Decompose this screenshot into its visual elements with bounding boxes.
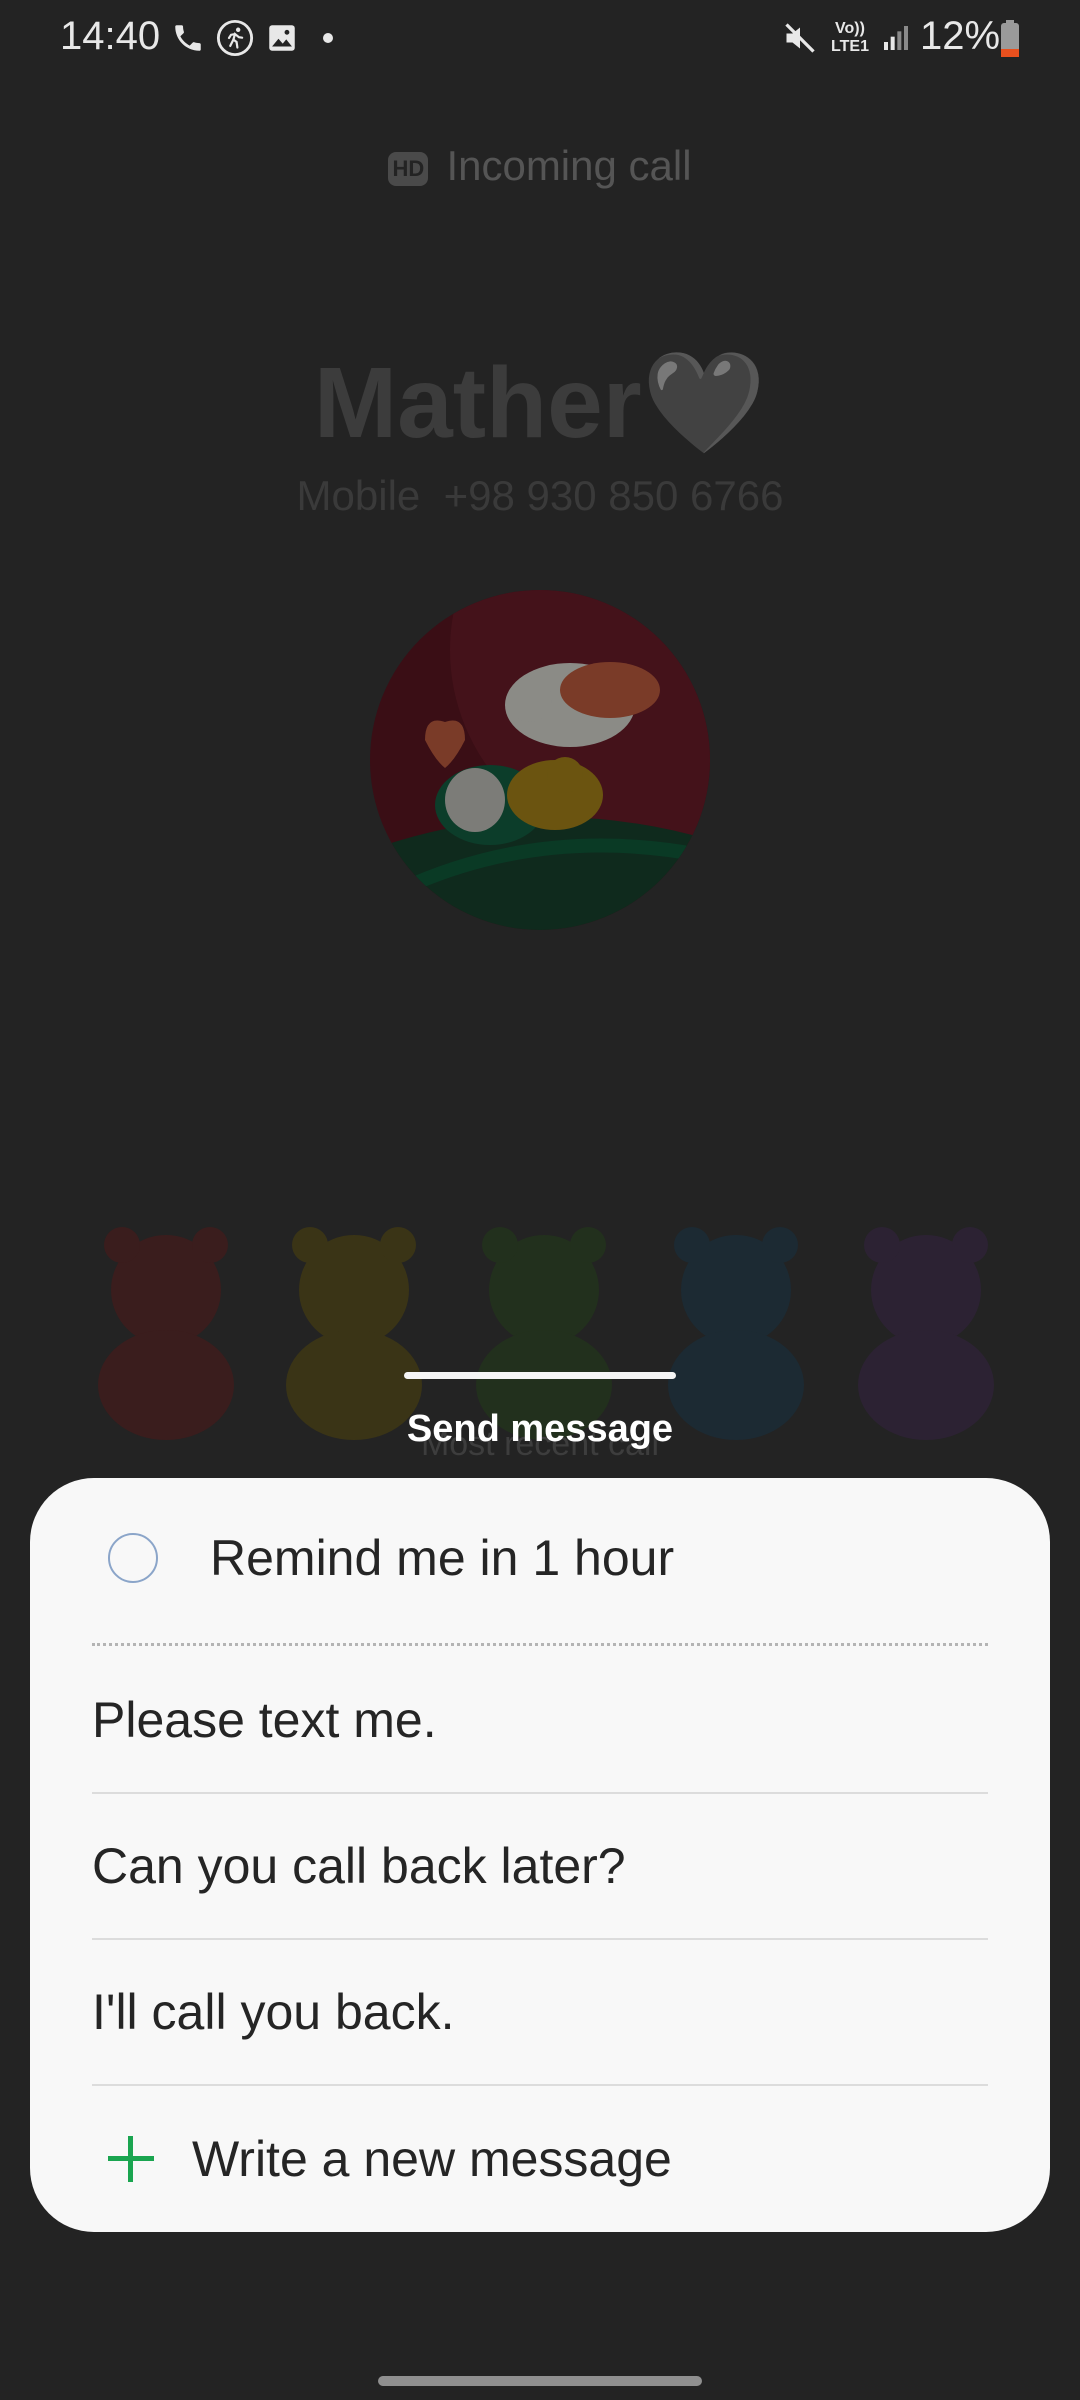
mute-icon — [780, 18, 820, 58]
lte-label: LTE1 — [831, 38, 869, 55]
plus-icon — [108, 2136, 154, 2182]
hd-badge: HD — [388, 151, 429, 186]
black-heart-icon: 🖤 — [641, 347, 767, 459]
status-bar: 14:40 Vo)) LTE1 12% — [0, 0, 1080, 80]
quick-message-1[interactable]: Please text me. — [92, 1648, 988, 1792]
incoming-call-text: Incoming call — [446, 142, 692, 189]
signal-icon — [876, 18, 916, 58]
dot-icon — [308, 18, 348, 58]
write-new-message-button[interactable]: Write a new message — [30, 2086, 1050, 2232]
phone-icon — [168, 18, 208, 58]
number-type: Mobile — [296, 472, 421, 519]
send-message-title: Send message — [406, 1408, 674, 1450]
gallery-icon — [262, 18, 302, 58]
volte-label: Vo)) — [835, 20, 865, 37]
gummy-bear-stickers — [0, 1220, 1080, 1440]
phone-number: +98 930 850 6766 — [443, 472, 784, 519]
remind-radio-button[interactable] — [108, 1533, 158, 1583]
dotted-divider — [92, 1643, 988, 1646]
caller-avatar — [370, 590, 710, 930]
battery-percent: 12% — [920, 14, 1001, 58]
caller-number: Mobile +98 930 850 6766 — [0, 472, 1080, 520]
quick-message-3[interactable]: I'll call you back. — [92, 1940, 988, 2084]
incoming-call-status: HD Incoming call — [0, 142, 1080, 190]
sheet-drag-handle[interactable] — [404, 1372, 676, 1379]
send-message-sheet: Remind me in 1 hour Please text me. Can … — [30, 1478, 1050, 2232]
quick-message-2[interactable]: Can you call back later? — [92, 1794, 988, 1938]
write-new-message-label: Write a new message — [192, 2131, 672, 2187]
remind-me-option[interactable]: Remind me in 1 hour — [30, 1478, 1050, 1638]
remind-me-label: Remind me in 1 hour — [210, 1530, 675, 1586]
navigation-gesture-bar[interactable] — [378, 2376, 702, 2386]
running-icon — [215, 18, 255, 58]
battery-icon — [1000, 20, 1020, 58]
status-time: 14:40 — [60, 14, 161, 58]
volte-lte-icon: Vo)) LTE1 — [828, 20, 872, 60]
caller-name: Mather🖤 — [0, 345, 1080, 462]
quick-message-text: I'll call you back. — [92, 1984, 455, 2040]
quick-message-text: Please text me. — [92, 1692, 437, 1748]
caller-name-text: Mather — [313, 347, 642, 459]
quick-message-text: Can you call back later? — [92, 1838, 626, 1894]
